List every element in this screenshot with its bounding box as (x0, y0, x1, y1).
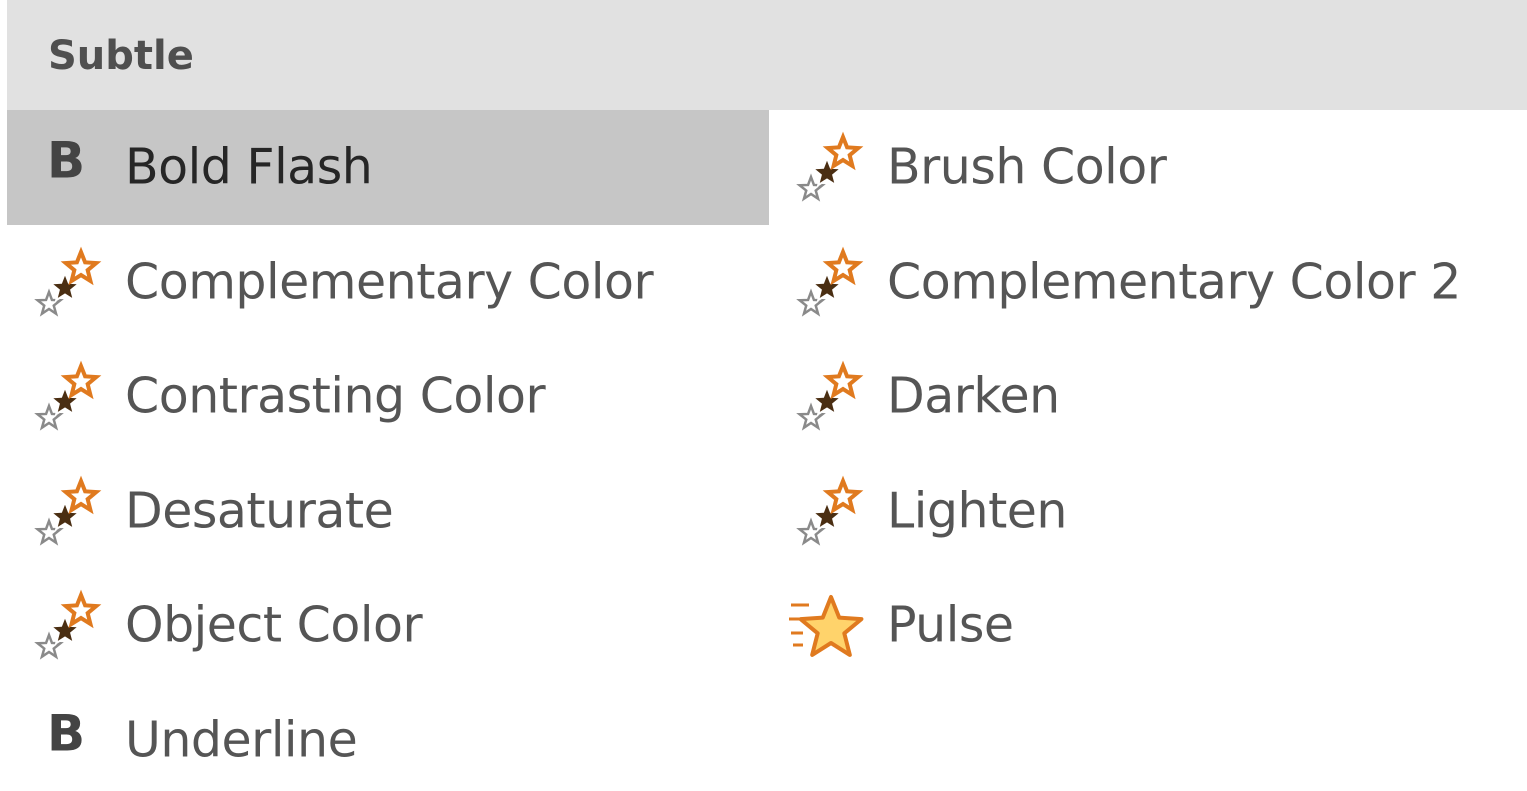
color-star-icon (25, 242, 105, 322)
effect-item-contrasting-color[interactable]: Contrasting Color (7, 339, 769, 454)
effect-item-bold-flash[interactable]: B Bold Flash (7, 110, 769, 225)
effect-label: Lighten (887, 482, 1068, 540)
bold-b-icon: B (47, 131, 86, 190)
effect-label: Brush Color (887, 138, 1167, 196)
effect-label: Underline (125, 711, 358, 769)
effect-item-underline[interactable]: B Underline (7, 683, 769, 791)
section-header: Subtle (7, 0, 1527, 110)
effect-label: Complementary Color (125, 253, 654, 311)
animation-effects-panel: Subtle B Bold Flash Brush Color Compleme… (0, 0, 1527, 791)
effect-label: Complementary Color 2 (887, 253, 1461, 311)
bold-b-icon: B (47, 704, 86, 763)
effect-label: Bold Flash (125, 138, 373, 196)
effect-item-complementary-color-2[interactable]: Complementary Color 2 (769, 225, 1527, 340)
section-title: Subtle (48, 33, 194, 79)
color-star-icon (787, 471, 867, 551)
effect-label: Contrasting Color (125, 367, 546, 425)
effect-label: Darken (887, 367, 1060, 425)
color-star-icon (25, 585, 105, 665)
effect-item-desaturate[interactable]: Desaturate (7, 454, 769, 569)
effect-item-lighten[interactable]: Lighten (769, 454, 1527, 569)
effect-label: Desaturate (125, 482, 394, 540)
color-star-icon (25, 356, 105, 436)
effect-item-darken[interactable]: Darken (769, 339, 1527, 454)
effect-item-complementary-color[interactable]: Complementary Color (7, 225, 769, 340)
effect-label: Pulse (887, 596, 1014, 654)
pulse-star-icon (787, 585, 867, 665)
effect-item-pulse[interactable]: Pulse (769, 568, 1527, 683)
color-star-icon (787, 242, 867, 322)
effects-grid: B Bold Flash Brush Color Complementary C… (7, 110, 1527, 791)
effect-item-brush-color[interactable]: Brush Color (769, 110, 1527, 225)
color-star-icon (787, 356, 867, 436)
color-star-icon (787, 127, 867, 207)
color-star-icon (25, 471, 105, 551)
effect-item-object-color[interactable]: Object Color (7, 568, 769, 683)
effect-label: Object Color (125, 596, 423, 654)
